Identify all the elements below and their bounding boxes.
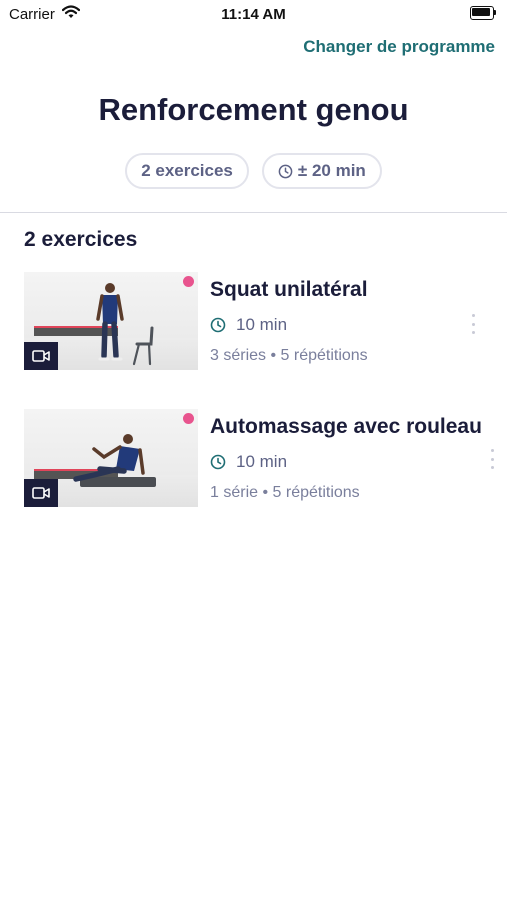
exercise-item[interactable]: Automassage avec rouleau 10 min 1 série …: [0, 409, 507, 509]
exercise-duration-label: 10 min: [236, 452, 288, 471]
brand-logo: [183, 413, 194, 424]
section-title: 2 exercices: [24, 228, 138, 251]
exercise-duration: 10 min: [210, 315, 287, 335]
clock-time: 11:14 AM: [221, 6, 286, 23]
program-info-chips: 2 exercices ± 20 min: [0, 153, 507, 189]
exercise-count-label: 2 exercices: [141, 161, 233, 180]
video-camera-icon: [32, 487, 50, 499]
exercise-sets: 1 série • 5 répétitions: [210, 484, 360, 501]
exercise-count-chip: 2 exercices: [125, 153, 249, 189]
duration-label: ± 20 min: [297, 161, 366, 180]
page-title: Renforcement genou: [98, 92, 409, 127]
clock-icon: [210, 317, 226, 333]
brand-logo: [183, 276, 194, 287]
video-badge: [24, 479, 58, 507]
divider: [0, 212, 507, 213]
more-options-icon[interactable]: [488, 449, 496, 469]
duration-chip: ± 20 min: [261, 153, 382, 189]
exercise-duration: 10 min: [210, 452, 287, 472]
video-badge: [24, 342, 58, 370]
exercise-duration-label: 10 min: [236, 315, 288, 334]
exercise-item[interactable]: Squat unilatéral 10 min 3 séries • 5 rép…: [0, 272, 507, 372]
change-program-link[interactable]: Changer de programme: [303, 37, 495, 57]
exercise-name: Automassage avec rouleau: [210, 415, 482, 438]
battery-icon: [470, 6, 496, 20]
exercise-name: Squat unilatéral: [210, 278, 368, 301]
exercise-sets: 3 séries • 5 répétitions: [210, 347, 368, 364]
video-camera-icon: [32, 350, 50, 362]
exercise-thumbnail[interactable]: [24, 272, 198, 370]
clock-icon: [210, 454, 226, 470]
exercise-thumbnail[interactable]: [24, 409, 198, 507]
clock-icon: [278, 164, 293, 178]
status-bar: Carrier 11:14 AM: [0, 0, 507, 28]
more-options-icon[interactable]: [469, 314, 477, 334]
